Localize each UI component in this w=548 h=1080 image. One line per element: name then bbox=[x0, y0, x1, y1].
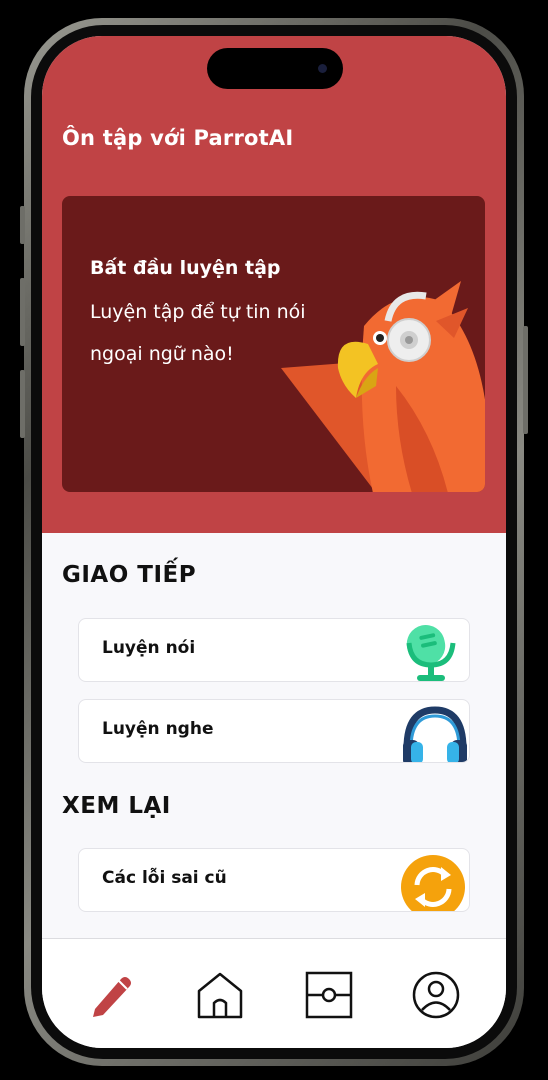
card-label: Luyện nói bbox=[102, 638, 196, 658]
dynamic-island bbox=[207, 48, 343, 89]
volume-down-button bbox=[20, 370, 25, 438]
action-button bbox=[20, 206, 25, 244]
bottom-navigation bbox=[42, 938, 506, 1048]
volume-up-button bbox=[20, 278, 25, 346]
home-icon[interactable] bbox=[194, 969, 246, 1021]
listening-practice-card[interactable]: Luyện nghe bbox=[78, 699, 470, 763]
refresh-icon bbox=[401, 855, 465, 911]
speaking-practice-card[interactable]: Luyện nói bbox=[78, 618, 470, 682]
headphones-icon bbox=[403, 706, 467, 762]
board-icon[interactable] bbox=[303, 969, 355, 1021]
pencil-icon[interactable] bbox=[87, 969, 139, 1021]
parrot-illustration bbox=[281, 281, 485, 492]
power-button bbox=[523, 326, 528, 434]
start-practice-banner[interactable]: Bất đầu luyện tập Luyện tập để tự tin nó… bbox=[62, 196, 485, 492]
profile-icon[interactable] bbox=[410, 969, 462, 1021]
section-title-communication: GIAO TIẾP bbox=[62, 562, 197, 588]
page-title: Ôn tập với ParrotAI bbox=[62, 126, 294, 150]
section-title-review: XEM LẠI bbox=[62, 793, 171, 819]
past-mistakes-card[interactable]: Các lỗi sai cũ bbox=[78, 848, 470, 912]
microphone-icon bbox=[406, 625, 456, 681]
app-screen: Ôn tập với ParrotAI Bất đầu luyện tập Lu… bbox=[42, 36, 506, 1048]
banner-title: Bất đầu luyện tập bbox=[90, 257, 281, 279]
header: Ôn tập với ParrotAI Bất đầu luyện tập Lu… bbox=[42, 36, 506, 533]
card-label: Luyện nghe bbox=[102, 719, 214, 739]
card-label: Các lỗi sai cũ bbox=[102, 868, 227, 888]
